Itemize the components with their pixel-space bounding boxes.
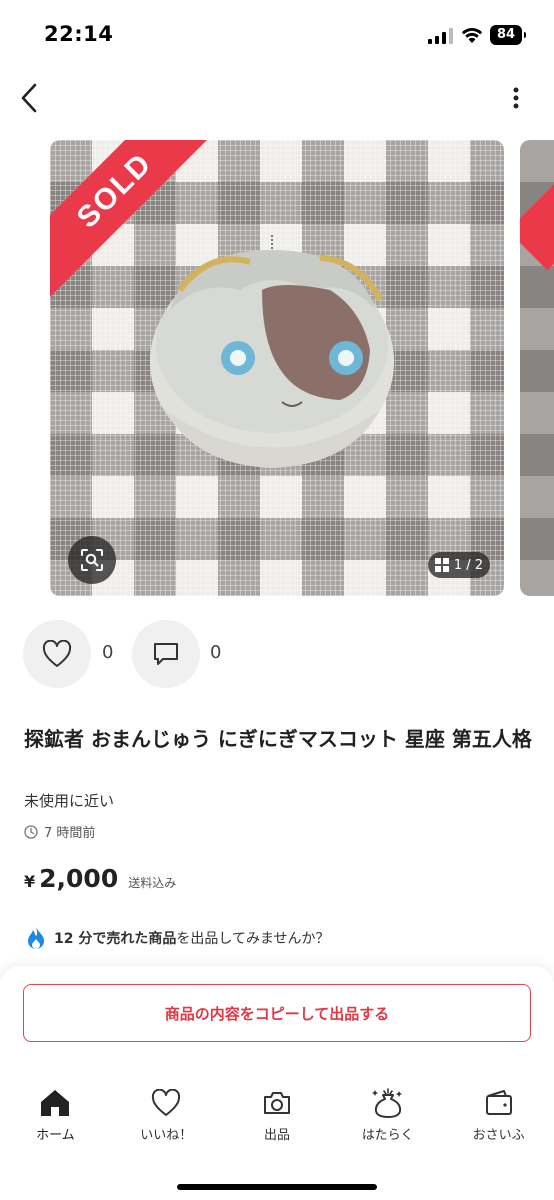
page-indicator[interactable]: 1 / 2 bbox=[428, 552, 490, 578]
next-product-photo[interactable]: S bbox=[520, 140, 554, 596]
tab-bar: ホーム いいね！ 出品 はたらく おさいふ bbox=[0, 1086, 554, 1146]
tab-sell[interactable]: 出品 bbox=[222, 1086, 333, 1146]
tab-sell-label: 出品 bbox=[263, 1128, 290, 1143]
signal-icon bbox=[428, 28, 453, 44]
home-icon bbox=[41, 1090, 70, 1116]
tab-likes-label: いいね！ bbox=[140, 1128, 193, 1143]
price-value: 2,000 bbox=[39, 864, 119, 893]
flame-icon bbox=[28, 927, 44, 949]
clock-icon bbox=[24, 824, 38, 839]
heart-icon bbox=[42, 640, 72, 667]
shipping-note: 送料込み bbox=[128, 876, 177, 890]
tab-wallet-label: おさいふ bbox=[472, 1128, 525, 1143]
tab-likes[interactable]: いいね！ bbox=[111, 1086, 222, 1146]
product-title: 探鉱者 おまんじゅう にぎにぎマスコット 星座 第五人格 bbox=[24, 727, 532, 751]
copy-listing-button[interactable]: 商品の内容をコピーして出品する bbox=[23, 984, 531, 1042]
image-carousel[interactable]: SOLD 1 / 2 S bbox=[0, 140, 554, 596]
home-indicator bbox=[177, 1184, 377, 1190]
camera-icon bbox=[263, 1092, 290, 1114]
like-count: 0 bbox=[102, 642, 114, 663]
bottom-sheet: 商品の内容をコピーして出品する ホーム いいね！ 出品 はたらく おさいふ bbox=[0, 966, 554, 1200]
comment-icon bbox=[154, 643, 178, 665]
more-options-button[interactable] bbox=[498, 80, 534, 116]
image-search-icon bbox=[81, 549, 103, 571]
tab-work[interactable]: はたらく bbox=[332, 1086, 443, 1146]
promo-text: 12 分で売れた商品を出品してみませんか？ bbox=[54, 928, 330, 948]
page-indicator-text: 1 / 2 bbox=[453, 557, 484, 573]
product-condition: 未使用に近い bbox=[24, 792, 115, 810]
heart-icon bbox=[152, 1089, 181, 1116]
grid-icon bbox=[434, 558, 449, 572]
back-button[interactable] bbox=[12, 80, 48, 116]
promo-suffix: を出品してみませんか？ bbox=[176, 931, 330, 947]
price-row: ¥ 2,000 送料込み bbox=[24, 864, 176, 893]
wifi-icon bbox=[461, 28, 483, 43]
money-bag-icon bbox=[371, 1088, 402, 1118]
promo-highlight: 12 分で売れた商品 bbox=[54, 931, 177, 947]
promo-banner[interactable]: 12 分で売れた商品を出品してみませんか？ bbox=[26, 926, 330, 950]
sold-label: SOLD bbox=[70, 146, 159, 235]
image-search-button[interactable] bbox=[68, 536, 116, 584]
more-vertical-icon bbox=[513, 87, 519, 109]
wallet-icon bbox=[485, 1090, 512, 1115]
price-currency: ¥ bbox=[24, 872, 36, 891]
product-photo[interactable]: SOLD 1 / 2 bbox=[50, 140, 504, 596]
status-time: 22:14 bbox=[44, 22, 114, 46]
sold-ribbon: SOLD bbox=[50, 140, 210, 300]
battery-indicator: 84 bbox=[490, 25, 526, 45]
status-bar: 22:14 84 bbox=[0, 0, 554, 70]
like-button[interactable] bbox=[23, 620, 91, 688]
posted-time: 7 時間前 bbox=[44, 826, 96, 841]
tab-home[interactable]: ホーム bbox=[0, 1086, 111, 1146]
comment-count: 0 bbox=[210, 642, 222, 663]
comment-button[interactable] bbox=[132, 620, 200, 688]
tab-work-label: はたらく bbox=[361, 1128, 414, 1143]
posted-time-row: 7 時間前 bbox=[24, 822, 95, 841]
chevron-left-icon bbox=[21, 83, 37, 113]
tab-home-label: ホーム bbox=[36, 1128, 75, 1143]
tab-wallet[interactable]: おさいふ bbox=[443, 1086, 554, 1146]
